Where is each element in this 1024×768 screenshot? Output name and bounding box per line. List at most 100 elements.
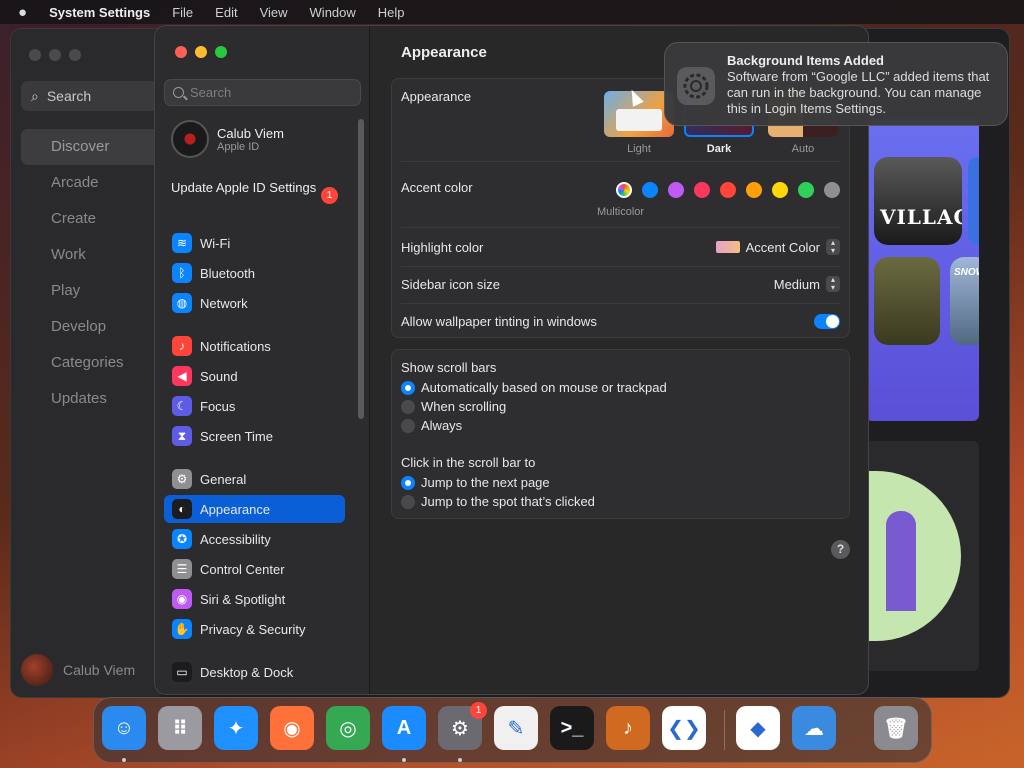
app-store-minimize-button[interactable] bbox=[49, 49, 61, 61]
sidebar-item-siri-spotlight[interactable]: ◉ Siri & Spotlight bbox=[164, 585, 345, 613]
finder-icon[interactable]: ☺ bbox=[102, 706, 146, 750]
sidebar-item-label: Accessibility bbox=[200, 531, 271, 547]
app-store-nav-develop[interactable]: Develop bbox=[21, 309, 161, 345]
scroll-option-auto[interactable]: Automatically based on mouse or trackpad bbox=[401, 378, 841, 397]
sidebar-scrollbar[interactable] bbox=[358, 119, 364, 419]
chevron-updown-icon: ▴ ▾ bbox=[826, 276, 840, 292]
sidebar-item-label: Control Center bbox=[200, 561, 285, 577]
close-button[interactable] bbox=[175, 46, 187, 58]
divider bbox=[401, 227, 841, 228]
accent-color-swatch[interactable] bbox=[772, 182, 788, 198]
click-option-next-page[interactable]: Jump to the next page bbox=[401, 473, 841, 492]
game-tile-partial[interactable] bbox=[968, 157, 979, 245]
sidebar-item-sound[interactable]: ◀ Sound bbox=[164, 362, 345, 390]
app-store-account[interactable]: Calub Viem bbox=[21, 654, 135, 686]
menu-edit[interactable]: Edit bbox=[215, 5, 237, 20]
app-store-search-field[interactable]: ⌕ Search bbox=[21, 81, 161, 111]
sidebar-item-screen-time[interactable]: ⧗ Screen Time bbox=[164, 422, 345, 450]
sidebar-item-bluetooth[interactable]: ᛒ Bluetooth bbox=[164, 259, 345, 287]
game-tile-death-stranding[interactable] bbox=[874, 257, 940, 345]
menu-window[interactable]: Window bbox=[310, 5, 356, 20]
sidebar-item-label: Sound bbox=[200, 368, 238, 384]
sidebar-item-accessibility[interactable]: ✪ Accessibility bbox=[164, 525, 345, 553]
app-store-promo-banner[interactable]: VILLAGE SNOW bbox=[866, 119, 979, 421]
launchpad-icon[interactable]: ⠿ bbox=[158, 706, 202, 750]
accent-color-swatch[interactable] bbox=[798, 182, 814, 198]
wallpaper-tinting-toggle[interactable] bbox=[814, 314, 840, 329]
app-store-zoom-button[interactable] bbox=[69, 49, 81, 61]
radio-button bbox=[401, 380, 415, 395]
click-option-spot[interactable]: Jump to the spot that’s clicked bbox=[401, 492, 841, 511]
apple-menu-icon[interactable]: ● bbox=[18, 4, 27, 21]
safari-icon[interactable]: ✦ bbox=[214, 706, 258, 750]
bell-icon: ♪ bbox=[172, 336, 192, 356]
sidebar-item-label: Screen Time bbox=[200, 428, 273, 444]
gear-icon: ⚙ bbox=[172, 469, 192, 489]
sidebar-search[interactable] bbox=[164, 79, 361, 106]
dock-separator bbox=[724, 710, 725, 750]
radio-button bbox=[401, 418, 415, 433]
accent-color-swatch[interactable] bbox=[824, 182, 840, 198]
accent-color-swatch[interactable] bbox=[694, 182, 710, 198]
minimize-button[interactable] bbox=[195, 46, 207, 58]
app-store-nav-work[interactable]: Work bbox=[21, 237, 161, 273]
accent-color-swatch[interactable] bbox=[668, 182, 684, 198]
app-store-icon[interactable]: A bbox=[382, 706, 426, 750]
app-store-nav-arcade[interactable]: Arcade bbox=[21, 165, 161, 201]
highlight-color-select[interactable]: Accent Color ▴ ▾ bbox=[715, 239, 840, 255]
theme-auto-label: Auto bbox=[791, 143, 815, 155]
speaker-icon: ◀ bbox=[172, 366, 192, 386]
accent-color-swatch[interactable] bbox=[720, 182, 736, 198]
sidebar-search-input[interactable] bbox=[190, 85, 350, 100]
sidebar-item-notifications[interactable]: ♪ Notifications bbox=[164, 332, 345, 360]
app-store-close-button[interactable] bbox=[29, 49, 41, 61]
accent-color-swatch[interactable] bbox=[642, 182, 658, 198]
sidebar-item-privacy-security[interactable]: ✋ Privacy & Security bbox=[164, 615, 345, 643]
accent-multicolor[interactable] bbox=[616, 182, 632, 198]
accent-color-swatch[interactable] bbox=[746, 182, 762, 198]
scroll-options: Automatically based on mouse or trackpad… bbox=[401, 378, 841, 435]
sidebar-item-network[interactable]: ◍ Network bbox=[164, 289, 345, 317]
menu-help[interactable]: Help bbox=[378, 5, 405, 20]
sidebar-item-appearance[interactable]: ◐ Appearance bbox=[164, 495, 345, 523]
app-store-nav-create[interactable]: Create bbox=[21, 201, 161, 237]
sidebar-item-control-center[interactable]: ☰ Control Center bbox=[164, 555, 345, 583]
app-store-nav-updates[interactable]: Updates bbox=[21, 381, 161, 417]
firefox-icon[interactable]: ◉ bbox=[270, 706, 314, 750]
apple-id-account[interactable]: Calub Viem Apple ID bbox=[171, 120, 284, 158]
menu-app-name[interactable]: System Settings bbox=[49, 5, 150, 20]
scroll-option-when-scrolling[interactable]: When scrolling bbox=[401, 397, 841, 416]
help-button[interactable]: ? bbox=[831, 540, 850, 559]
sidebar-item-label: Privacy & Security bbox=[200, 621, 306, 637]
scroll-option-always[interactable]: Always bbox=[401, 416, 841, 435]
chrome-icon[interactable]: ◎ bbox=[326, 706, 370, 750]
search-icon bbox=[173, 87, 184, 98]
sidebar-item-wi-fi[interactable]: ≋ Wi-Fi bbox=[164, 229, 345, 257]
zoom-button[interactable] bbox=[215, 46, 227, 58]
visual-studio-icon[interactable]: ◆ bbox=[736, 706, 780, 750]
running-indicator bbox=[458, 758, 462, 762]
app-store-nav-play[interactable]: Play bbox=[21, 273, 161, 309]
moon-icon: ☾ bbox=[172, 396, 192, 416]
app-store-nav-categories[interactable]: Categories bbox=[21, 345, 161, 381]
game-tile-snow[interactable]: SNOW bbox=[950, 257, 979, 345]
menu-file[interactable]: File bbox=[172, 5, 193, 20]
highlight-value: Accent Color bbox=[745, 239, 820, 255]
textedit-icon[interactable]: ✎ bbox=[494, 706, 538, 750]
update-apple-id-settings[interactable]: Update Apple ID Settings bbox=[171, 180, 341, 196]
background-items-notification[interactable]: Background Items Added Software from “Go… bbox=[664, 42, 1008, 126]
accessibility-icon: ✪ bbox=[172, 529, 192, 549]
menu-view[interactable]: View bbox=[260, 5, 288, 20]
sidebar-item-general[interactable]: ⚙ General bbox=[164, 465, 345, 493]
garageband-icon[interactable]: ♪ bbox=[606, 706, 650, 750]
weather-icon[interactable]: ☁ bbox=[792, 706, 836, 750]
terminal-icon[interactable]: >_ bbox=[550, 706, 594, 750]
trash-icon[interactable]: 🗑 bbox=[874, 706, 918, 750]
sidebar-item-focus[interactable]: ☾ Focus bbox=[164, 392, 345, 420]
app-store-nav-discover[interactable]: Discover bbox=[21, 129, 161, 165]
game-tile-village[interactable]: VILLAGE bbox=[874, 157, 962, 245]
app-store-artwork-card[interactable] bbox=[866, 441, 979, 671]
sidebar-icon-size-select[interactable]: Medium ▴ ▾ bbox=[774, 276, 840, 292]
sidebar-item-desktop-dock[interactable]: ▭ Desktop & Dock bbox=[164, 658, 345, 686]
vscode-icon[interactable]: ❮❯ bbox=[662, 706, 706, 750]
